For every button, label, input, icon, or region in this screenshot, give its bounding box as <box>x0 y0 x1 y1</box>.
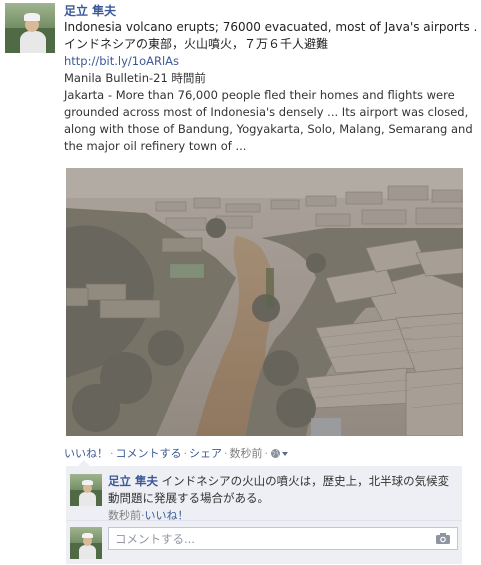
comment-input-placeholder: コメントする... <box>115 532 195 546</box>
author-avatar[interactable] <box>5 3 55 53</box>
panel-caret <box>78 460 90 466</box>
comment-link[interactable]: コメントする <box>116 447 182 460</box>
news-feed-story: 足立 隼夫 Indonesia volcano erupts; 76000 ev… <box>0 0 481 565</box>
post-source: Manila Bulletin-21 時間前 <box>64 71 206 85</box>
share-link[interactable]: シェア <box>189 447 222 460</box>
post-summary: Jakarta - More than 76,000 people fled t… <box>64 88 473 153</box>
separator: · <box>110 447 114 460</box>
comment-author[interactable]: 足立 隼夫 <box>108 474 158 488</box>
commenter-avatar[interactable] <box>70 474 102 506</box>
post-photo[interactable] <box>66 168 463 436</box>
post-content: 足立 隼夫 Indonesia volcano erupts; 76000 ev… <box>64 3 476 155</box>
post-title: Indonesia volcano erupts; 76000 evacuate… <box>64 20 476 34</box>
author-name[interactable]: 足立 隼夫 <box>64 3 476 19</box>
globe-icon[interactable] <box>270 448 288 464</box>
separator: · <box>224 447 228 460</box>
comments-panel: 足立 隼夫 インドネシアの火山の噴火は，歴史上，北半球の気候変 動問題に発展する… <box>66 460 462 564</box>
post-title-japanese: インドネシアの東部，火山噴火，７万６千人避難 <box>64 37 329 51</box>
viewer-avatar <box>70 527 102 559</box>
story-timestamp[interactable]: 数秒前 <box>230 447 263 460</box>
story-actions: いいね！ · コメントする · シェア · 数秒前 · <box>64 446 288 464</box>
post-link[interactable]: http://bit.ly/1oARlAs <box>64 53 476 70</box>
like-link[interactable]: いいね！ <box>64 447 108 460</box>
camera-icon[interactable] <box>435 532 451 544</box>
ash-covered-village-image <box>66 168 463 436</box>
comment-item: 足立 隼夫 インドネシアの火山の噴火は，歴史上，北半球の気候変 動問題に発展する… <box>66 470 462 522</box>
separator: · <box>183 447 188 460</box>
comment-input[interactable]: コメントする... <box>108 527 458 550</box>
comment-body: 足立 隼夫 インドネシアの火山の噴火は，歴史上，北半球の気候変 動問題に発展する… <box>108 473 458 524</box>
separator: · <box>264 447 269 460</box>
comment-text-line2: 動問題に発展する場合がある。 <box>108 491 269 505</box>
comment-text-line1: インドネシアの火山の噴火は，歴史上，北半球の気候変 <box>161 474 450 488</box>
comment-composer: コメントする... <box>66 521 462 564</box>
